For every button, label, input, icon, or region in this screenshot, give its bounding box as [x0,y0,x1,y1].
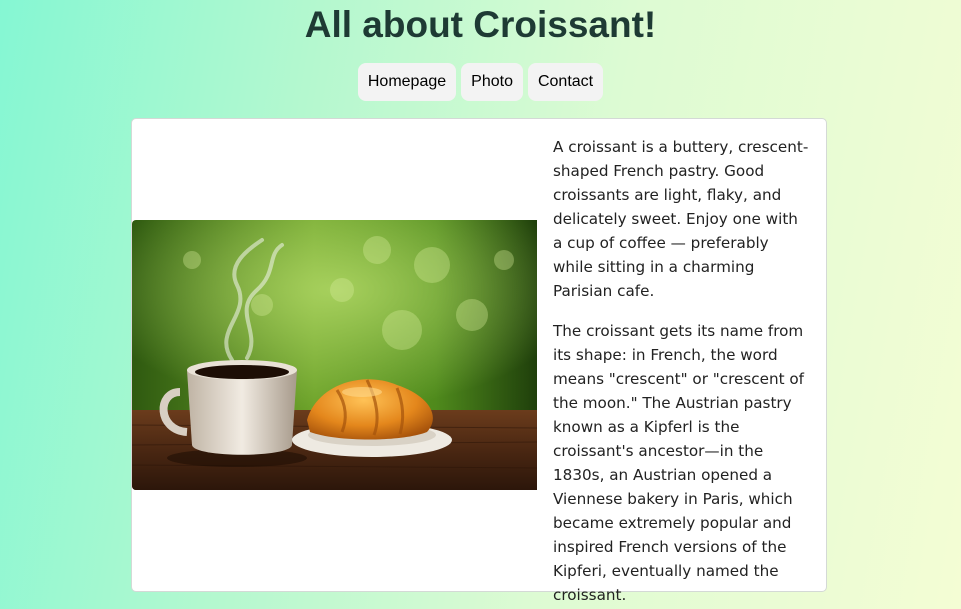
nav-photo-button[interactable]: Photo [461,63,523,101]
nav-contact-button[interactable]: Contact [527,63,604,101]
nav-homepage-button[interactable]: Homepage [357,63,457,101]
coffee-croissant-photo [132,220,537,490]
article-text: A croissant is a buttery, crescent-shape… [553,135,810,609]
paragraph-history: The croissant gets its name from its sha… [553,322,805,604]
main-nav: Homepage Photo Contact [0,63,961,101]
content-card: A croissant is a buttery, crescent-shape… [131,118,827,604]
page-title: All about Croissant! [304,4,657,45]
paragraph-intro: A croissant is a buttery, crescent-shape… [553,138,809,300]
